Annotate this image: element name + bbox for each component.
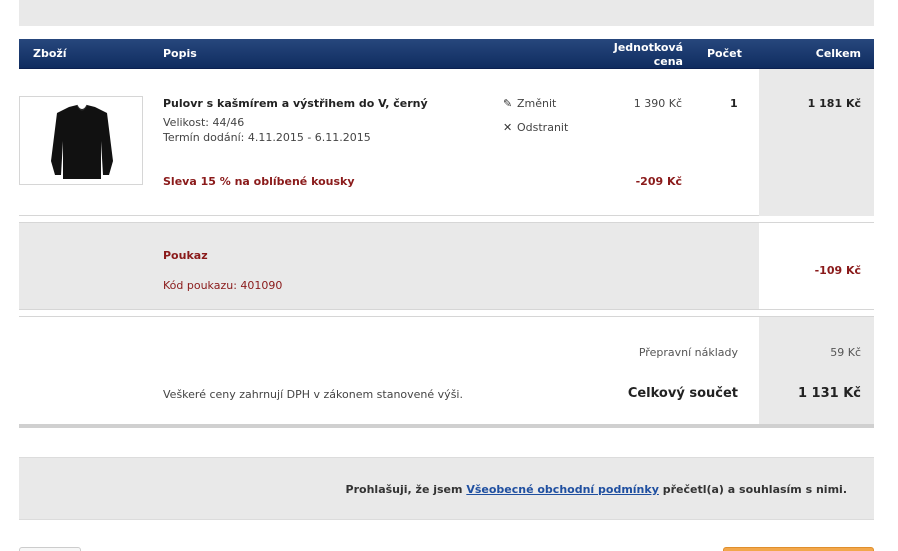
back-button[interactable] [19, 547, 81, 551]
pencil-icon: ✎ [503, 97, 513, 110]
cart-item-row: Pulovr s kašmírem a výstřihem do V, čern… [19, 69, 874, 216]
edit-label: Změnit [517, 97, 557, 110]
voucher-title: Poukaz [163, 249, 208, 262]
delivery-date: Termín dodání: 4.11.2015 - 6.11.2015 [163, 131, 371, 144]
header-unit-price-line2: cena [653, 55, 683, 68]
item-total: 1 181 Kč [807, 97, 861, 110]
shipping-label: Přepravní náklady [638, 346, 738, 359]
discount-amount: -209 Kč [635, 175, 682, 188]
product-name[interactable]: Pulovr s kašmírem a výstřihem do V, čern… [163, 97, 428, 110]
shipping-value: 59 Kč [830, 346, 861, 359]
terms-statement: Prohlašuji, že jsem Všeobecné obchodní p… [346, 483, 847, 496]
unit-price: 1 390 Kč [633, 97, 682, 110]
header-description: Popis [163, 47, 197, 60]
terms-panel: Prohlašuji, že jsem Všeobecné obchodní p… [19, 457, 874, 520]
terms-link[interactable]: Všeobecné obchodní podmínky [466, 483, 659, 496]
close-icon: ✕ [503, 121, 513, 134]
edit-item-button[interactable]: ✎ Změnit [503, 97, 556, 110]
header-unit-price: Jednotková cena [603, 41, 683, 69]
header-product: Zboží [33, 47, 67, 60]
item-total-column [759, 69, 874, 216]
product-thumbnail[interactable] [19, 96, 143, 185]
voucher-amount: -109 Kč [814, 264, 861, 277]
grand-total-value: 1 131 Kč [797, 386, 861, 401]
continue-button[interactable] [723, 547, 874, 551]
vat-note: Veškeré ceny zahrnují DPH v zákonem stan… [163, 388, 463, 401]
terms-suffix: přečetl(a) a souhlasím s nimi. [658, 483, 847, 496]
header-total: Celkem [815, 47, 861, 60]
item-quantity: 1 [730, 97, 738, 110]
remove-label: Odstranit [517, 121, 569, 134]
voucher-code: Kód poukazu: 401090 [163, 279, 283, 292]
summary-total-column [759, 317, 874, 424]
cart-table-header: Zboží Popis Jednotková cena Počet Celkem [19, 39, 874, 69]
top-panel [19, 0, 874, 26]
sweater-image [51, 104, 113, 179]
discount-label: Sleva 15 % na oblíbené kousky [163, 175, 355, 188]
header-unit-price-line1: Jednotková [613, 41, 683, 54]
header-quantity: Počet [707, 47, 742, 60]
voucher-row: Poukaz Kód poukazu: 401090 -109 Kč [19, 222, 874, 310]
product-size: Velikost: 44/46 [163, 116, 245, 129]
order-summary: Přepravní náklady 59 Kč Veškeré ceny zah… [19, 316, 874, 428]
grand-total-label: Celkový součet [627, 386, 738, 401]
remove-item-button[interactable]: ✕ Odstranit [503, 121, 568, 134]
terms-prefix: Prohlašuji, že jsem [345, 483, 467, 496]
